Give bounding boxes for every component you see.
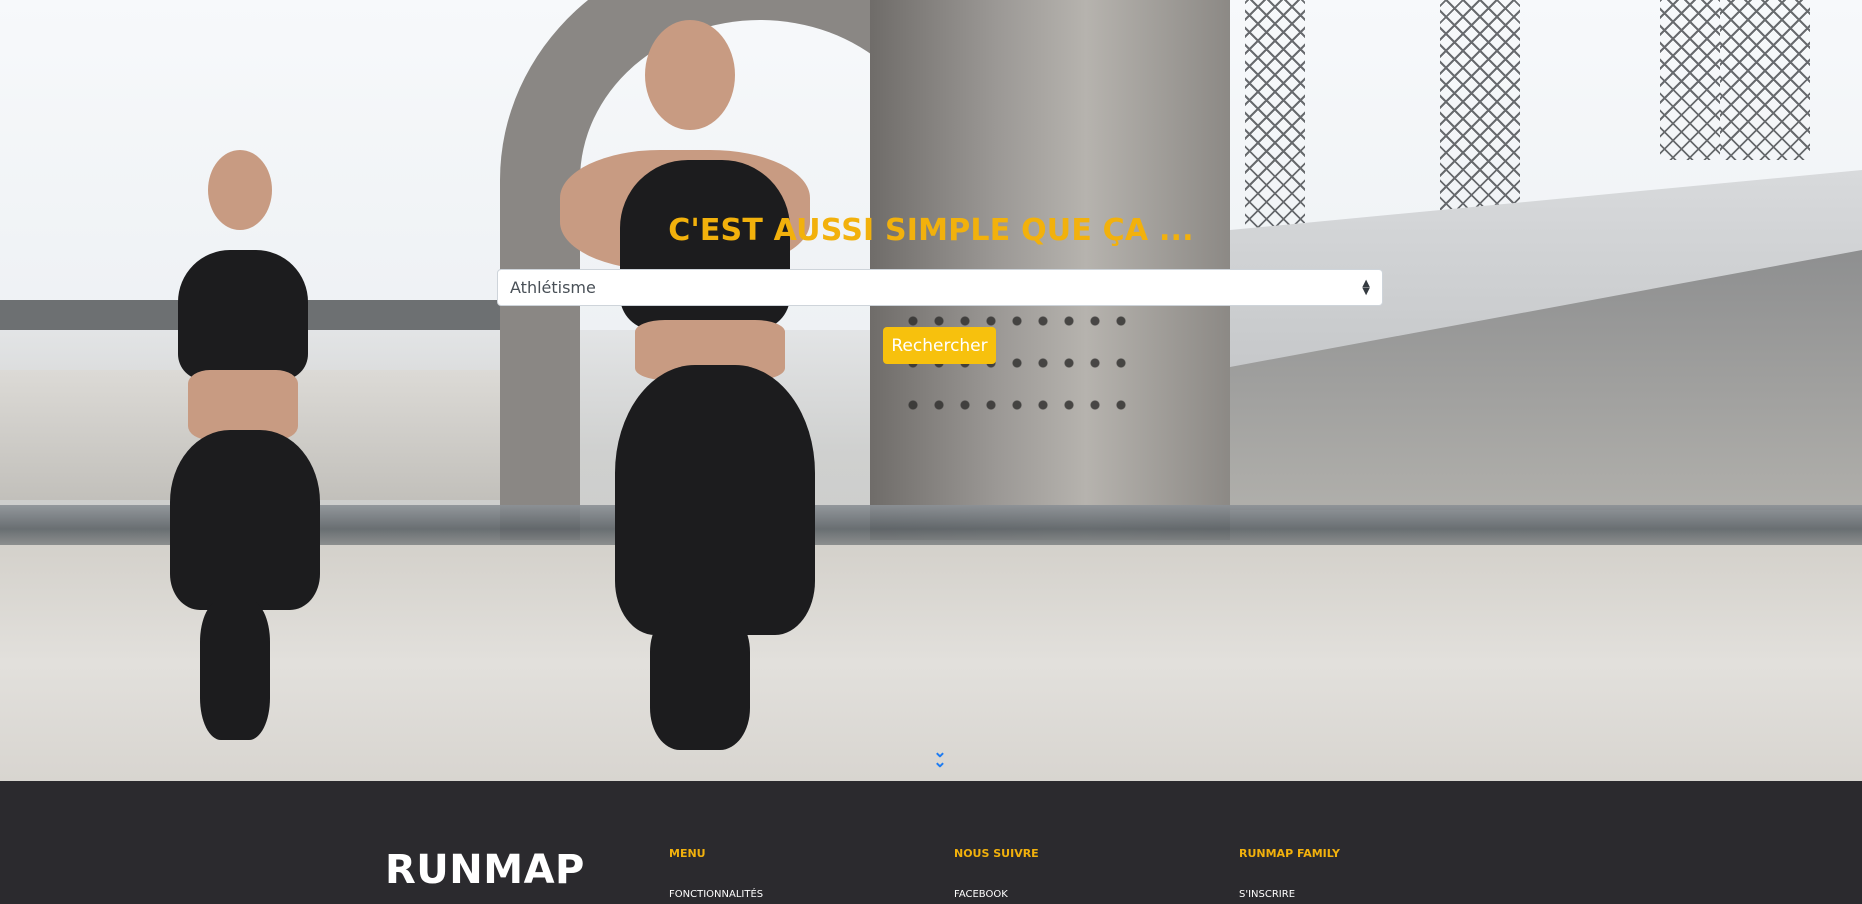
footer-column-title: RUNMAP FAMILY [1239, 847, 1341, 860]
footer-column-menu: MENU FONCTIONNALITÉS [669, 847, 763, 900]
search-button[interactable]: Rechercher [883, 327, 996, 364]
footer-column-follow: NOUS SUIVRE FACEBOOK [954, 847, 1039, 900]
hero-overlay: C'EST AUSSI SIMPLE QUE ÇA ... Athlétisme… [0, 0, 1862, 781]
sport-select-value: Athlétisme [510, 278, 596, 297]
select-arrows-icon: ▲ ▼ [1362, 277, 1370, 297]
footer-column-family: RUNMAP FAMILY S'INSCRIRE [1239, 847, 1340, 900]
footer-column-title: NOUS SUIVRE [954, 847, 1039, 860]
double-chevron-down-icon[interactable]: ⌄ ⌄ [930, 745, 950, 771]
footer-link-facebook[interactable]: FACEBOOK [954, 889, 1039, 900]
hero-tagline: C'EST AUSSI SIMPLE QUE ÇA ... [668, 213, 1194, 248]
footer-column-title: MENU [669, 847, 706, 860]
footer-link-fonctionnalites[interactable]: FONCTIONNALITÉS [669, 889, 763, 900]
site-footer: RUNMAP MENU FONCTIONNALITÉS NOUS SUIVRE … [0, 781, 1862, 904]
hero-section: C'EST AUSSI SIMPLE QUE ÇA ... Athlétisme… [0, 0, 1862, 781]
footer-logo: RUNMAP [385, 847, 585, 893]
sport-select[interactable]: Athlétisme ▲ ▼ [497, 269, 1383, 306]
footer-link-signup[interactable]: S'INSCRIRE [1239, 889, 1340, 900]
